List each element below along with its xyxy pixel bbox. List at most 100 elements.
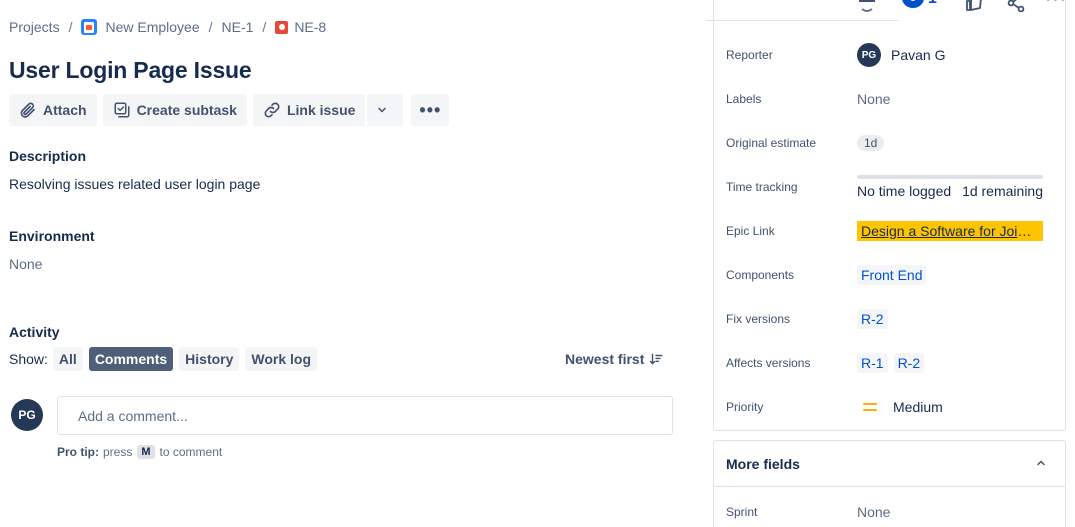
affects-versions-value: R-1 R-2 [857,353,930,373]
activity-heading: Activity [9,324,60,340]
sort-icon [650,353,663,365]
field-label: Labels [726,92,762,106]
paperclip-icon [20,102,35,118]
component-link[interactable]: Front End [857,265,927,285]
more-actions-button[interactable]: ••• [411,94,450,126]
breadcrumb-separator: / [208,19,213,35]
create-subtask-button[interactable]: Create subtask [102,94,247,126]
field-label: Affects versions [726,356,811,370]
sort-order-label: Newest first [565,351,645,367]
avatar: PG [11,399,43,431]
field-label: Sprint [726,505,758,519]
time-tracking-value[interactable]: No time logged 1d remaining [857,175,1043,199]
comment-placeholder: Add a comment... [78,407,188,424]
reporter-name: Pavan G [891,47,946,63]
activity-filter-row: Show: All Comments History Work log [9,347,323,371]
bug-icon [275,20,289,34]
field-sprint: Sprint None [714,497,1065,527]
chevron-down-icon [378,107,387,113]
project-icon [81,19,98,35]
issue-toolbar: Attach Create subtask Link issue ••• [9,94,455,126]
pro-tip: Pro tip: press M to comment [57,445,222,459]
link-issue-button-label: Link issue [286,102,356,118]
link-issue-dropdown-button[interactable] [365,94,404,126]
field-label: Time tracking [726,180,798,194]
environment-heading: Environment [9,228,95,244]
field-label: Epic Link [726,224,775,238]
divider [706,20,898,21]
version-link[interactable]: R-2 [893,353,925,373]
attach-button-label: Attach [43,102,87,118]
more-fields-panel: More fields Sprint None [713,440,1066,527]
epic-lozenge[interactable]: Design a Software for Joini... [857,221,1043,241]
field-epic-link: Epic Link Design a Software for Joini... [714,216,1065,246]
field-components: Components Front End [714,260,1065,290]
breadcrumb-project[interactable]: New Employee [81,19,200,35]
breadcrumb-separator: / [68,19,73,35]
filter-history[interactable]: History [179,347,240,371]
filter-comments[interactable]: Comments [88,347,174,371]
filter-work-log[interactable]: Work log [245,347,318,371]
field-label: Reporter [726,48,773,62]
link-issue-button[interactable]: Link issue [252,94,366,126]
attach-button[interactable]: Attach [9,94,97,126]
field-label: Original estimate [726,136,817,150]
pro-tip-key: M [137,445,155,459]
link-icon [264,102,280,118]
filter-all[interactable]: All [52,347,83,371]
more-fields-heading: More fields [726,455,800,472]
more-fields-toggle[interactable]: More fields [714,441,1065,487]
priority-medium-icon [863,403,877,411]
time-logged: No time logged [857,183,952,199]
field-affects-versions: Affects versions R-1 R-2 [714,348,1065,378]
field-original-estimate: Original estimate 1d [714,128,1065,158]
field-label: Priority [726,400,764,414]
comment-input[interactable]: Add a comment... [57,396,673,435]
field-label: Components [726,268,795,282]
description-text[interactable]: Resolving issues related user login page [9,176,260,192]
more-icon: ••• [419,100,442,120]
field-time-tracking: Time tracking No time logged 1d remainin… [714,172,1065,202]
issue-title[interactable]: User Login Page Issue [9,57,252,84]
pro-tip-press: press [103,445,133,459]
description-heading: Description [9,148,87,164]
epic-name: Design a Software for Joini... [861,223,1039,239]
breadcrumb-issue-label: NE-8 [294,19,327,35]
original-estimate-value[interactable]: 1d [857,135,885,151]
breadcrumb-parent-issue[interactable]: NE-1 [222,19,254,35]
reporter-value[interactable]: PG Pavan G [857,43,945,67]
breadcrumb-project-label: New Employee [105,19,200,35]
details-panel: Reporter PG Pavan G Labels None Original… [706,0,1066,431]
priority-value[interactable]: Medium [857,399,943,415]
field-labels: Labels None [714,84,1065,114]
create-subtask-button-label: Create subtask [136,102,237,118]
subtask-icon [114,102,130,118]
components-value: Front End [857,265,932,285]
sort-order-button[interactable]: Newest first [565,351,663,367]
field-fix-versions: Fix versions R-2 [714,304,1065,334]
breadcrumb-projects[interactable]: Projects [9,19,60,35]
chevron-up-icon [1037,460,1045,466]
sprint-value[interactable]: None [857,504,890,520]
time-remaining: 1d remaining [962,183,1043,199]
breadcrumb: Projects / New Employee / NE-1 / NE-8 [9,19,326,35]
link-issue-split-button: Link issue [252,94,404,126]
version-link[interactable]: R-2 [857,309,888,329]
labels-value[interactable]: None [857,91,890,107]
breadcrumb-issue[interactable]: NE-8 [275,19,326,35]
pro-tip-label: Pro tip: [57,445,99,459]
show-label: Show: [9,351,48,367]
pro-tip-rest: to comment [159,445,223,459]
environment-text[interactable]: None [9,256,42,272]
field-priority: Priority Medium [714,392,1065,422]
version-link[interactable]: R-1 [857,353,888,373]
fix-versions-value: R-2 [857,309,894,329]
breadcrumb-separator: / [262,19,267,35]
priority-name: Medium [893,399,943,415]
field-label: Fix versions [726,312,791,326]
field-reporter: Reporter PG Pavan G [714,40,1065,70]
time-tracking-bar [857,175,1043,179]
time-tracking-text: No time logged 1d remaining [857,183,1043,199]
epic-link-value[interactable]: Design a Software for Joini... [857,221,1043,241]
estimate-lozenge: 1d [857,135,885,151]
